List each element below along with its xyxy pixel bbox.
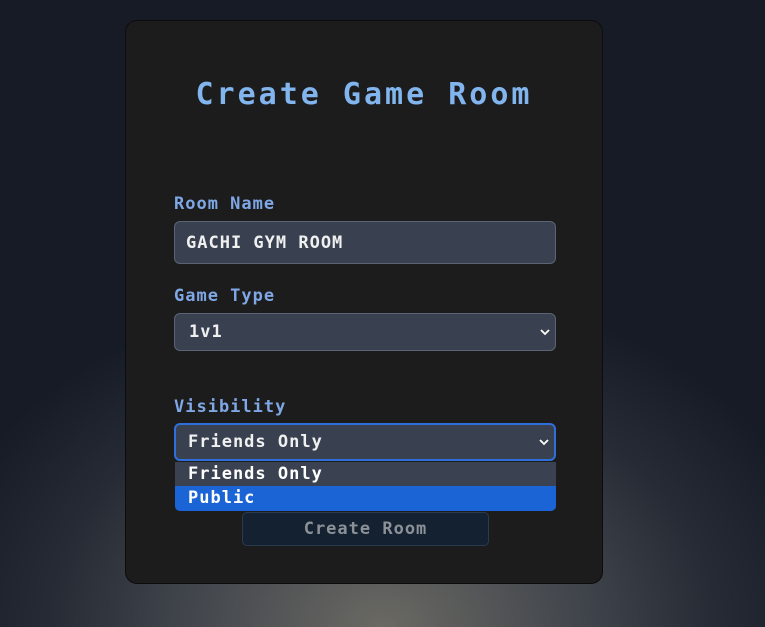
game-type-select[interactable]: 1v1	[174, 313, 556, 351]
visibility-label: Visibility	[174, 397, 287, 417]
room-name-input[interactable]: GACHI GYM ROOM	[174, 221, 556, 264]
visibility-value: Friends Only	[188, 432, 323, 452]
game-type-value: 1v1	[189, 322, 223, 342]
visibility-select[interactable]: Friends Only	[174, 423, 556, 461]
create-room-panel: Create Game Room Room Name GACHI GYM ROO…	[125, 20, 603, 584]
chevron-down-icon	[534, 438, 554, 446]
game-type-label: Game Type	[174, 286, 276, 306]
chevron-down-icon	[535, 328, 555, 336]
create-room-button[interactable]: Create Room	[242, 512, 489, 546]
room-name-value: GACHI GYM ROOM	[186, 232, 344, 253]
visibility-option-public[interactable]: Public	[175, 486, 556, 511]
visibility-dropdown-list: Friends Only Public	[175, 462, 556, 511]
visibility-option-friends-only[interactable]: Friends Only	[175, 462, 556, 486]
room-name-label: Room Name	[174, 194, 276, 214]
page-title: Create Game Room	[195, 77, 533, 112]
